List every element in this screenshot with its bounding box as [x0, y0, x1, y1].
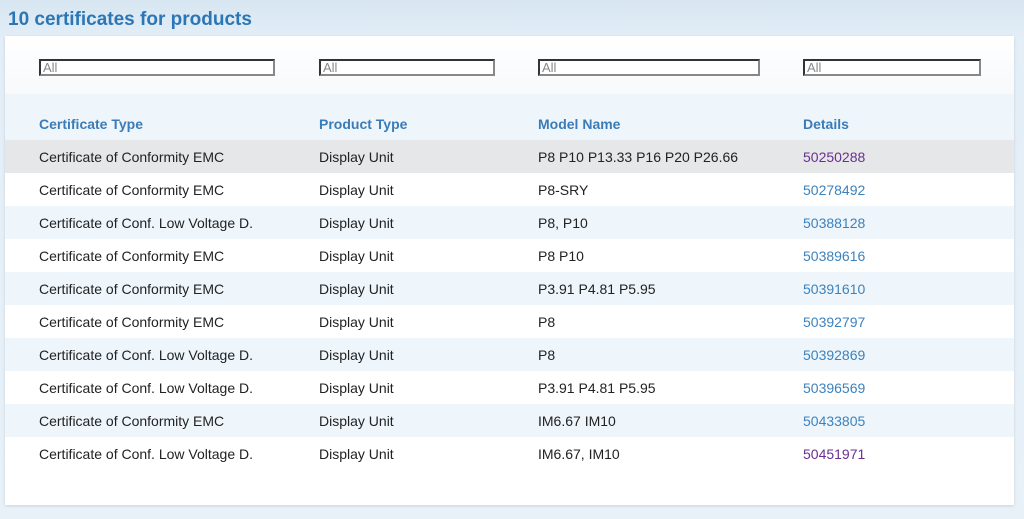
details-link[interactable]: 50392797 [803, 314, 865, 330]
certificate-type-cell: Certificate of Conformity EMC [39, 248, 225, 264]
product-type-cell: Display Unit [319, 413, 394, 429]
certificate-type-cell: Certificate of Conformity EMC [39, 281, 225, 297]
details-filter[interactable] [803, 59, 981, 76]
certificate-type-cell: Certificate of Conformity EMC [39, 149, 225, 165]
model-name-cell: P8-SRY [538, 182, 589, 198]
table-row[interactable]: Certificate of Conformity EMC Display Uni… [5, 140, 1014, 173]
product-type-cell: Display Unit [319, 149, 394, 165]
certificate-type-cell: Certificate of Conf. Low Voltage D. [39, 446, 253, 462]
model-name-cell: P8 P10 [538, 248, 584, 264]
certificates-panel: Certificate Type Product Type Model Name… [5, 36, 1014, 505]
certificate-type-cell: Certificate of Conformity EMC [39, 413, 225, 429]
product-type-cell: Display Unit [319, 182, 394, 198]
filter-row [5, 36, 1014, 94]
header-certificate-type[interactable]: Certificate Type [39, 116, 143, 132]
details-link[interactable]: 50389616 [803, 248, 865, 264]
product-type-cell: Display Unit [319, 215, 394, 231]
product-type-cell: Display Unit [319, 347, 394, 363]
details-link[interactable]: 50278492 [803, 182, 865, 198]
model-name-cell: P8, P10 [538, 215, 588, 231]
details-link[interactable]: 50391610 [803, 281, 865, 297]
table-row[interactable]: Certificate of Conformity EMC Display Uni… [5, 173, 1014, 206]
certificate-type-cell: Certificate of Conformity EMC [39, 314, 225, 330]
product-type-cell: Display Unit [319, 446, 394, 462]
details-link[interactable]: 50451971 [803, 446, 865, 462]
model-name-cell: P3.91 P4.81 P5.95 [538, 281, 656, 297]
page-title: 10 certificates for products [8, 9, 252, 30]
certificate-type-cell: Certificate of Conf. Low Voltage D. [39, 380, 253, 396]
certificate-type-cell: Certificate of Conformity EMC [39, 182, 225, 198]
product-type-cell: Display Unit [319, 281, 394, 297]
product-type-cell: Display Unit [319, 248, 394, 264]
product-type-filter[interactable] [319, 59, 495, 76]
product-type-cell: Display Unit [319, 314, 394, 330]
details-link[interactable]: 50396569 [803, 380, 865, 396]
header-details[interactable]: Details [803, 116, 849, 132]
model-name-cell: IM6.67, IM10 [538, 446, 620, 462]
table-row[interactable]: Certificate of Conf. Low Voltage D. Displ… [5, 371, 1014, 404]
table-row[interactable]: Certificate of Conformity EMC Display Uni… [5, 239, 1014, 272]
certificate-type-cell: Certificate of Conf. Low Voltage D. [39, 347, 253, 363]
product-type-cell: Display Unit [319, 380, 394, 396]
details-link[interactable]: 50250288 [803, 149, 865, 165]
details-link[interactable]: 50388128 [803, 215, 865, 231]
details-link[interactable]: 50433805 [803, 413, 865, 429]
certificate-type-cell: Certificate of Conf. Low Voltage D. [39, 215, 253, 231]
model-name-cell: P8 [538, 314, 556, 330]
table-row[interactable]: Certificate of Conformity EMC Display Uni… [5, 404, 1014, 437]
model-name-cell: P8 [538, 347, 556, 363]
model-name-filter[interactable] [538, 59, 760, 76]
table-row[interactable]: Certificate of Conf. Low Voltage D. Displ… [5, 206, 1014, 239]
model-name-cell: IM6.67 IM10 [538, 413, 616, 429]
table-row[interactable]: Certificate of Conf. Low Voltage D. Displ… [5, 437, 1014, 470]
model-name-cell: P8 P10 P13.33 P16 P20 P26.66 [538, 149, 739, 165]
header-model-name[interactable]: Model Name [538, 116, 620, 132]
header-product-type[interactable]: Product Type [319, 116, 407, 132]
table-row[interactable]: Certificate of Conformity EMC Display Uni… [5, 305, 1014, 338]
details-link[interactable]: 50392869 [803, 347, 865, 363]
table-row[interactable]: Certificate of Conformity EMC Display Uni… [5, 272, 1014, 305]
certificate-type-filter[interactable] [39, 59, 275, 76]
table-row[interactable]: Certificate of Conf. Low Voltage D. Displ… [5, 338, 1014, 371]
table-header: Certificate Type Product Type Model Name… [5, 94, 1014, 140]
model-name-cell: P3.91 P4.81 P5.95 [538, 380, 656, 396]
